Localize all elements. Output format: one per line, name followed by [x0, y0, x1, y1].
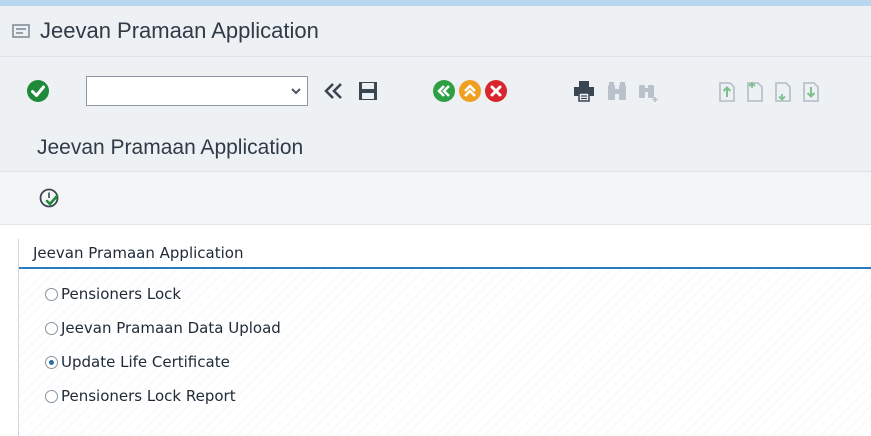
command-field[interactable]: [86, 76, 308, 106]
print-icon[interactable]: [572, 79, 596, 103]
radio-label[interactable]: Pensioners Lock Report: [61, 387, 236, 405]
back-icon[interactable]: [432, 79, 456, 103]
radio-label[interactable]: Pensioners Lock: [61, 285, 181, 303]
page-title: Jeevan Pramaan Application: [37, 136, 304, 159]
save-icon[interactable]: [356, 79, 380, 103]
cancel-icon[interactable]: [484, 79, 508, 103]
title-bar: Jeevan Pramaan Application: [0, 6, 871, 57]
find-next-icon: [639, 85, 658, 102]
previous-page-icon: [747, 81, 763, 102]
next-page-icon: [775, 82, 791, 102]
page-title-bar: Jeevan Pramaan Application: [0, 127, 871, 172]
last-page-icon: [803, 82, 819, 102]
enter-icon[interactable]: [26, 79, 50, 103]
dropdown-icon[interactable]: [289, 84, 303, 98]
radio-button[interactable]: [45, 322, 58, 335]
options-group: Jeevan Pramaan Application Pensioners Lo…: [18, 239, 871, 436]
radio-label[interactable]: Update Life Certificate: [61, 353, 230, 371]
radio-button[interactable]: [45, 288, 58, 301]
first-page-icon: [719, 82, 735, 102]
window-menu-icon[interactable]: [12, 23, 30, 39]
execute-icon[interactable]: [38, 186, 62, 210]
radio-button[interactable]: [45, 390, 58, 403]
application-toolbar: [0, 172, 871, 225]
window-title: Jeevan Pramaan Application: [40, 18, 319, 43]
group-header: Jeevan Pramaan Application: [19, 239, 871, 269]
back-double-icon[interactable]: [322, 79, 346, 103]
radio-label[interactable]: Jeevan Pramaan Data Upload: [61, 319, 281, 337]
exit-icon[interactable]: [458, 79, 482, 103]
command-input[interactable]: [89, 79, 283, 105]
radio-button-selected[interactable]: [45, 356, 58, 369]
system-toolbar: [0, 57, 871, 127]
selection-screen: Jeevan Pramaan Application Pensioners Lo…: [0, 225, 871, 436]
find-icon: [608, 82, 626, 100]
group-title: Jeevan Pramaan Application: [33, 244, 244, 262]
